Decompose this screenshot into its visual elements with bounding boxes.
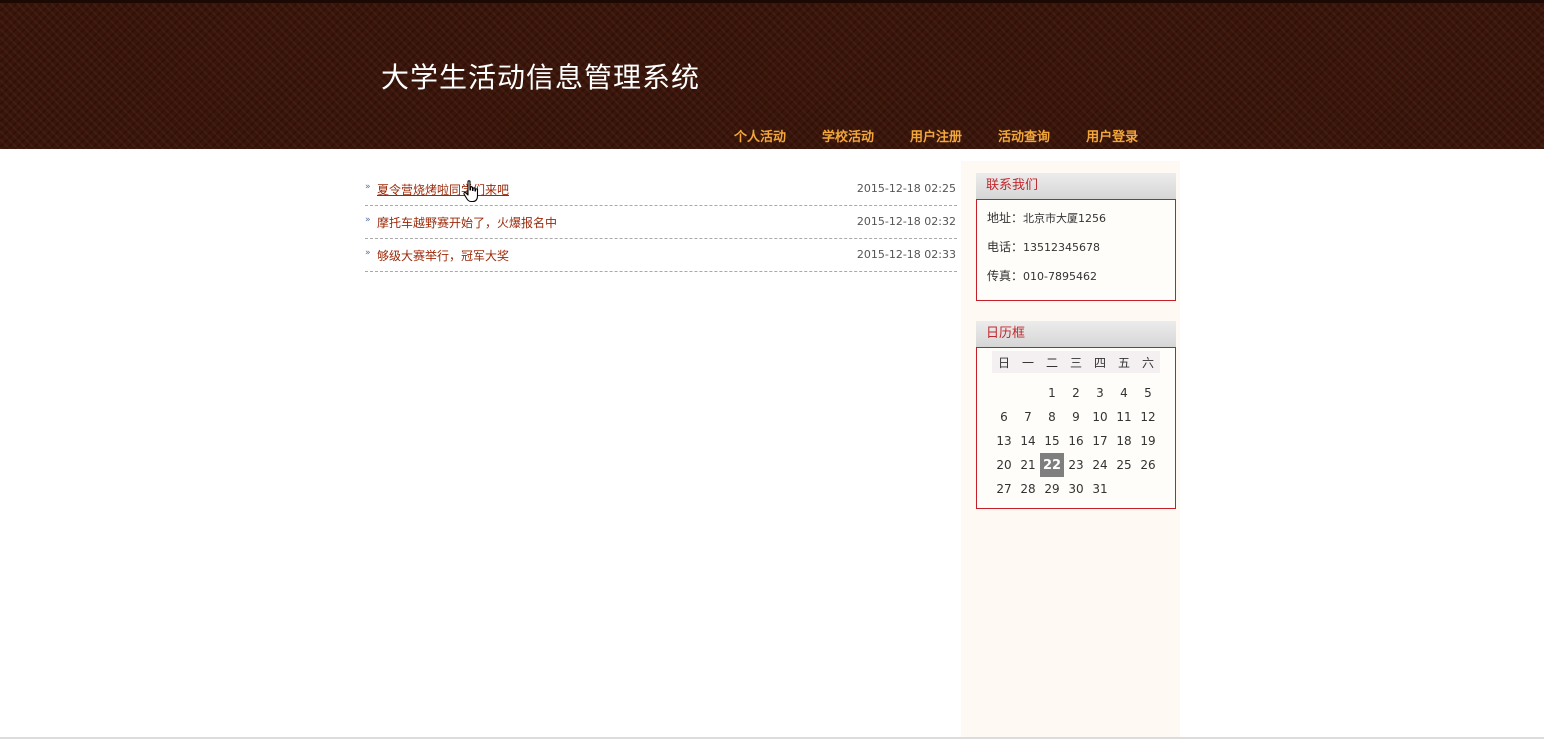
nav-user-register[interactable]: 用户注册	[892, 127, 980, 149]
news-link[interactable]: 夏令营烧烤啦同学们来吧	[377, 181, 509, 198]
calendar-day[interactable]: 2	[1064, 381, 1088, 405]
list-item: » 夏令营烧烤啦同学们来吧 2015-12-18 02:25	[365, 173, 957, 206]
contact-fax: 传真：010-7895462	[977, 262, 1175, 291]
calendar-day[interactable]: 16	[1064, 429, 1088, 453]
calendar-day[interactable]: 5	[1136, 381, 1160, 405]
calendar-spacer-cell	[992, 373, 1160, 381]
calendar-day[interactable]: 6	[992, 405, 1016, 429]
calendar-day[interactable]: 19	[1136, 429, 1160, 453]
calendar-day[interactable]: 20	[992, 453, 1016, 477]
calendar-week: 27 28 29 30 31	[992, 477, 1160, 501]
calendar-day[interactable]: 11	[1112, 405, 1136, 429]
address-value: 北京市大厦1256	[1023, 212, 1107, 225]
news-date: 2015-12-18 02:25	[856, 182, 956, 195]
calendar-day[interactable]: 8	[1040, 405, 1064, 429]
fax-label: 传真：	[987, 269, 1024, 283]
calendar-empty-cell	[1016, 381, 1040, 405]
news-list: » 夏令营烧烤啦同学们来吧 2015-12-18 02:25 » 摩托车越野赛开…	[365, 173, 957, 272]
weekday-header: 日	[992, 351, 1016, 373]
calendar-day-today[interactable]: 22	[1040, 453, 1064, 477]
calendar-day[interactable]: 10	[1088, 405, 1112, 429]
calendar-spacer-row	[992, 373, 1160, 381]
weekday-header: 二	[1040, 351, 1064, 373]
calendar-day[interactable]: 24	[1088, 453, 1112, 477]
calendar-day[interactable]: 29	[1040, 477, 1064, 501]
calendar-day[interactable]: 27	[992, 477, 1016, 501]
weekday-header: 五	[1112, 351, 1136, 373]
nav-school-activities[interactable]: 学校活动	[804, 127, 892, 149]
calendar-day[interactable]: 4	[1112, 381, 1136, 405]
double-chevron-icon: »	[365, 182, 371, 192]
calendar-day[interactable]: 13	[992, 429, 1016, 453]
calendar-day[interactable]: 31	[1088, 477, 1112, 501]
calendar-day[interactable]: 1	[1040, 381, 1064, 405]
news-date: 2015-12-18 02:32	[856, 215, 956, 228]
fax-value: 010-7895462	[1023, 270, 1097, 283]
calendar-day[interactable]: 17	[1088, 429, 1112, 453]
calendar-day[interactable]: 28	[1016, 477, 1040, 501]
calendar-panel: 日 一 二 三 四 五 六 1 2 3 4 5 6 7 8 9 10 11 12 13 14 15 16 17 1…	[976, 347, 1176, 509]
calendar-day[interactable]: 12	[1136, 405, 1160, 429]
calendar-day[interactable]: 30	[1064, 477, 1088, 501]
calendar-day[interactable]: 23	[1064, 453, 1088, 477]
contact-panel-title: 联系我们	[976, 173, 1176, 199]
calendar-day[interactable]: 21	[1016, 453, 1040, 477]
double-chevron-icon: »	[365, 248, 371, 258]
calendar-day[interactable]: 3	[1088, 381, 1112, 405]
news-date: 2015-12-18 02:33	[856, 248, 956, 261]
weekday-header: 四	[1088, 351, 1112, 373]
calendar-week: 12345	[992, 381, 1160, 405]
calendar-empty-cell	[992, 381, 1016, 405]
calendar-day[interactable]: 14	[1016, 429, 1040, 453]
contact-phone: 电话：13512345678	[977, 233, 1175, 262]
nav-user-login[interactable]: 用户登录	[1068, 127, 1156, 149]
phone-label: 电话：	[987, 240, 1024, 254]
calendar-week: 13 14 15 16 17 18 19	[992, 429, 1160, 453]
calendar-empty-cell	[1136, 477, 1160, 501]
contact-panel: 地址：北京市大厦1256 电话：13512345678 传真：010-78954…	[976, 199, 1176, 301]
contact-address: 地址：北京市大厦1256	[977, 204, 1175, 233]
calendar-empty-cell	[1112, 477, 1136, 501]
calendar-day[interactable]: 18	[1112, 429, 1136, 453]
site-header: 大学生活动信息管理系统 个人活动 学校活动 用户注册 活动查询 用户登录	[0, 0, 1544, 149]
site-title: 大学生活动信息管理系统	[381, 61, 701, 94]
main-nav: 个人活动 学校活动 用户注册 活动查询 用户登录	[716, 127, 1156, 149]
calendar-day[interactable]: 26	[1136, 453, 1160, 477]
calendar-panel-title: 日历框	[976, 321, 1176, 347]
calendar-days: 1 2 3 4 5 6 7 8 9 10 11 12 13 14 15 16 17 18 19 20 21 22 23 24 2…	[992, 373, 1160, 501]
phone-value: 13512345678	[1023, 241, 1100, 254]
nav-activity-search[interactable]: 活动查询	[980, 127, 1068, 149]
calendar-day[interactable]: 25	[1112, 453, 1136, 477]
calendar-day[interactable]: 9	[1064, 405, 1088, 429]
list-item: » 摩托车越野赛开始了，火爆报名中 2015-12-18 02:32	[365, 206, 957, 239]
calendar-week: 20 21 22 23 24 25 26	[992, 453, 1160, 477]
calendar-week: 6 7 8 9 10 11 12	[992, 405, 1160, 429]
weekday-header: 一	[1016, 351, 1040, 373]
weekday-header: 六	[1136, 351, 1160, 373]
news-link[interactable]: 够级大赛举行，冠军大奖	[377, 247, 509, 264]
calendar-day[interactable]: 7	[1016, 405, 1040, 429]
address-label: 地址：	[987, 211, 1024, 225]
double-chevron-icon: »	[365, 215, 371, 225]
list-item: » 够级大赛举行，冠军大奖 2015-12-18 02:33	[365, 239, 957, 272]
news-link[interactable]: 摩托车越野赛开始了，火爆报名中	[377, 214, 557, 231]
calendar-day[interactable]: 15	[1040, 429, 1064, 453]
weekday-header: 三	[1064, 351, 1088, 373]
calendar: 日 一 二 三 四 五 六 1 2 3 4 5 6 7 8 9 10 11 12 13 14 15 16 17 1…	[992, 351, 1160, 501]
nav-personal-activities[interactable]: 个人活动	[716, 127, 804, 149]
